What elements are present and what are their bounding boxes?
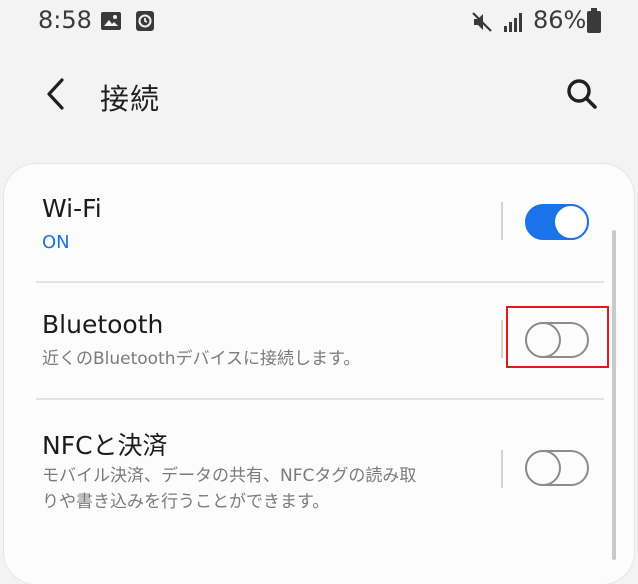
search-icon <box>567 79 597 109</box>
back-button[interactable] <box>38 74 74 114</box>
nfc-title: NFCと決済 <box>42 431 168 460</box>
row-separator <box>501 450 503 488</box>
search-button[interactable] <box>562 74 602 114</box>
back-arrow-icon <box>47 78 64 110</box>
app-bar: 接続 <box>0 60 638 130</box>
wifi-title: Wi-Fi <box>42 194 102 223</box>
gallery-icon <box>101 12 121 30</box>
highlight-box <box>506 306 609 368</box>
status-bar: 8:58 86% <box>0 0 638 44</box>
row-separator <box>501 202 503 240</box>
nfc-description-line2: りや書き込みを行うことができます。 <box>42 492 330 512</box>
settings-card: Wi-Fi ON Bluetooth 近くのBluetoothデバイスに接続しま… <box>4 164 634 584</box>
bluetooth-title: Bluetooth <box>42 310 164 339</box>
toggle-knob <box>553 204 589 240</box>
setting-row-wifi[interactable]: Wi-Fi ON <box>4 164 634 282</box>
signal-icon <box>504 13 522 32</box>
clock-icon <box>136 11 154 31</box>
mute-icon <box>472 12 492 32</box>
bluetooth-description: 近くのBluetoothデバイスに接続します。 <box>42 349 361 369</box>
scrollbar[interactable] <box>612 230 616 560</box>
toggle-knob <box>525 450 561 486</box>
row-separator <box>501 320 503 358</box>
status-time: 8:58 <box>38 6 92 34</box>
wifi-toggle[interactable] <box>525 204 589 240</box>
nfc-description-line1: モバイル決済、データの共有、NFCタグの読み取 <box>42 466 417 486</box>
page-title: 接続 <box>100 82 161 116</box>
battery-icon <box>587 8 601 33</box>
wifi-status: ON <box>42 232 70 253</box>
nfc-toggle[interactable] <box>525 450 589 486</box>
battery-percent: 86% <box>533 6 587 34</box>
setting-row-nfc[interactable]: NFCと決済 モバイル決済、データの共有、NFCタグの読み取 りや書き込みを行う… <box>4 400 634 550</box>
